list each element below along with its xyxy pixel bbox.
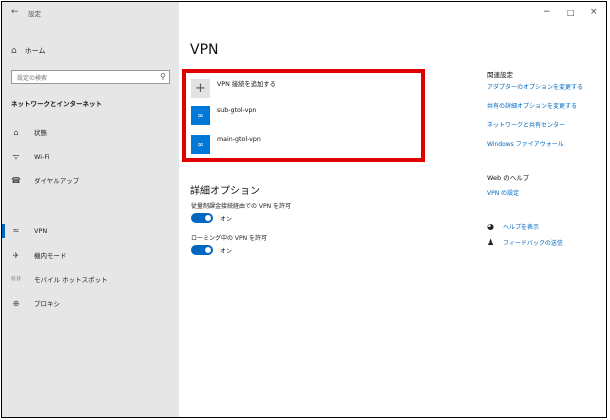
sidebar-item-label: VPN — [34, 226, 48, 235]
search-icon: ⚲ — [160, 72, 166, 81]
sidebar-item-airplane[interactable]: ✈ 機内モード — [11, 250, 67, 261]
feedback-label: フィードバックの送信 — [503, 240, 563, 247]
window-title: 設定 — [28, 10, 41, 18]
page-title: VPN — [190, 42, 219, 58]
roaming-option-label: ローミング中の VPN を許可 — [191, 235, 268, 242]
help-icon: ◕ — [487, 222, 494, 231]
feedback-icon: ♟ — [487, 238, 495, 247]
advanced-options-title: 詳細オプション — [190, 186, 260, 197]
vpn-icon: ≈ — [12, 226, 20, 235]
sidebar-item-home[interactable]: ⌂ ホーム — [11, 46, 46, 56]
adapter-options-link[interactable]: アダプターのオプションを変更する — [487, 82, 583, 91]
get-help-link[interactable]: ◕ ヘルプを表示 — [487, 222, 539, 231]
sidebar: ← 設定 ⌂ ホーム 設定の検索 ⚲ ネットワークとインターネット ⌂ 状態 ᯤ… — [2, 2, 179, 417]
settings-window: ← 設定 ⌂ ホーム 設定の検索 ⚲ ネットワークとインターネット ⌂ 状態 ᯤ… — [1, 1, 607, 418]
roaming-toggle-row: オン — [191, 245, 232, 255]
sharing-options-link[interactable]: 共有の詳細オプションを変更する — [487, 101, 577, 110]
sidebar-item-label: モバイル ホットスポット — [34, 276, 108, 284]
maximize-button[interactable]: □ — [567, 8, 575, 17]
minimize-button[interactable]: − — [543, 7, 551, 17]
sidebar-item-label: 状態 — [34, 129, 47, 137]
vpn-setup-link[interactable]: VPN の設定 — [487, 188, 519, 197]
sidebar-item-proxy[interactable]: ⊕ プロキシ — [11, 298, 60, 309]
sidebar-item-status[interactable]: ⌂ 状態 — [11, 127, 47, 138]
sidebar-item-label: プロキシ — [34, 300, 60, 308]
home-icon: ⌂ — [11, 46, 17, 56]
sidebar-item-hotspot[interactable]: ((·)) モバイル ホットスポット — [11, 274, 108, 284]
toggle-state: オン — [220, 215, 233, 223]
hotspot-icon: ((·)) — [11, 276, 21, 282]
sidebar-item-dialup[interactable]: ☎ ダイヤルアップ — [11, 175, 80, 186]
toggle-knob — [205, 215, 211, 221]
search-placeholder: 設定の検索 — [17, 75, 48, 82]
get-help-label: ヘルプを表示 — [503, 224, 540, 231]
sidebar-item-vpn[interactable]: ≈ VPN — [11, 226, 48, 235]
sidebar-item-label: ダイヤルアップ — [34, 177, 80, 185]
sidebar-item-wifi[interactable]: ᯤ Wi-Fi — [11, 151, 50, 162]
toggle-knob — [205, 247, 211, 253]
web-help-heading: Web のヘルプ — [487, 174, 530, 182]
roaming-toggle[interactable] — [191, 245, 213, 255]
sidebar-item-label: 機内モード — [34, 252, 67, 260]
sidebar-item-label: Wi-Fi — [34, 152, 50, 161]
toggle-state: オン — [220, 247, 233, 255]
status-icon: ⌂ — [13, 127, 19, 137]
section-title: ネットワークとインターネット — [11, 100, 102, 108]
airplane-icon: ✈ — [12, 250, 20, 260]
highlight-box — [182, 69, 425, 162]
feedback-link[interactable]: ♟ フィードバックの送信 — [487, 238, 563, 247]
active-indicator — [2, 224, 5, 238]
related-settings-heading: 関連設定 — [487, 71, 513, 79]
wifi-icon: ᯤ — [12, 152, 20, 161]
back-icon[interactable]: ← — [11, 7, 19, 17]
firewall-link[interactable]: Windows ファイアウォール — [487, 139, 564, 148]
search-input[interactable]: 設定の検索 ⚲ — [11, 70, 170, 84]
network-center-link[interactable]: ネットワークと共有センター — [487, 120, 565, 129]
metered-toggle-row: オン — [191, 213, 232, 223]
dialup-icon: ☎ — [11, 175, 21, 185]
metered-option-label: 従量制課金接続経由での VPN を許可 — [191, 203, 292, 210]
close-button[interactable]: × — [590, 7, 598, 17]
sidebar-item-label: ホーム — [24, 47, 46, 55]
metered-toggle[interactable] — [191, 213, 213, 223]
proxy-icon: ⊕ — [12, 298, 20, 308]
